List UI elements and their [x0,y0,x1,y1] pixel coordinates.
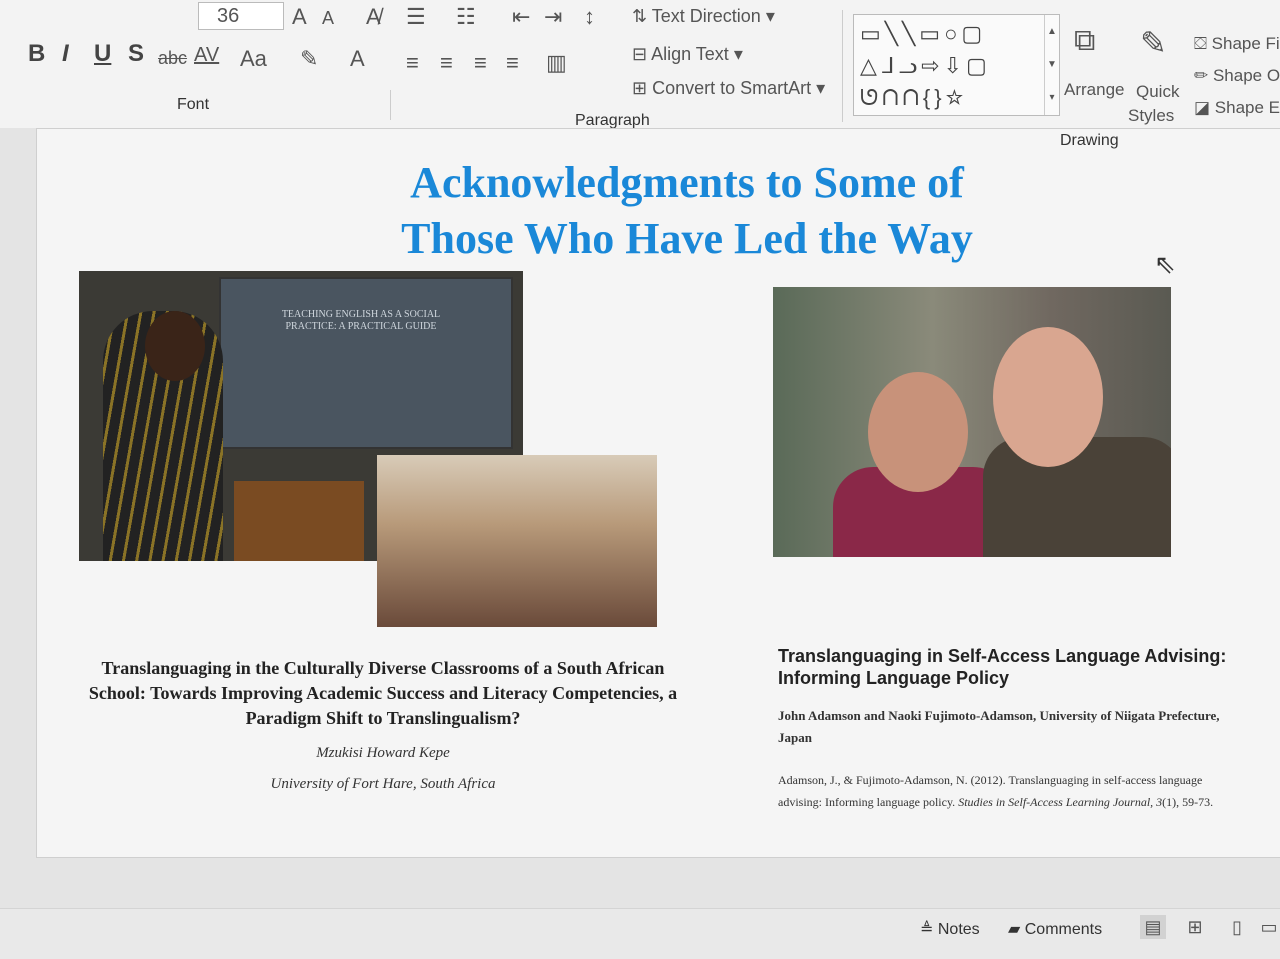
text-direction-label: Text Direction [651,6,761,26]
clear-formatting-icon[interactable]: A̸ [366,4,381,30]
strikethrough-button[interactable]: abc [158,48,187,69]
line-spacing-icon[interactable]: ↕ [584,4,595,30]
shapes-row: △ᒧᓗ⇨⇩▢ [860,53,991,78]
shape-effects-label: Shape E [1214,98,1280,117]
text-direction-button[interactable]: ⇅ Text Direction ▾ [632,6,775,27]
speaker-head [145,311,205,381]
align-text-label: Align Text [651,44,729,64]
podium [234,481,364,561]
shape-outline-label: Shape O [1212,66,1280,85]
quick-styles-label-2[interactable]: Styles [1128,106,1174,126]
screen-text: TEACHING ENGLISH AS A SOCIAL PRACTICE: A… [281,309,441,332]
bold-button[interactable]: B [28,40,45,68]
slide-sorter-icon[interactable]: ⊞ [1182,915,1208,939]
text-direction-icon: ⇅ [632,6,652,26]
divider [842,10,843,122]
shapes-row: ᘎᑎᑎ{}☆ [860,85,968,110]
quick-styles-label[interactable]: Quick [1136,82,1179,102]
character-spacing-button[interactable]: AV [194,44,219,67]
shape-outline-button[interactable]: ✏ Shape O [1194,66,1280,86]
font-color-button[interactable]: A [350,46,365,72]
notes-icon: ≜ [920,921,938,938]
align-right-icon[interactable]: ≡ [474,50,487,76]
more-icon[interactable]: ▾ [1045,81,1059,114]
notes-button[interactable]: ≜ Notes [920,919,980,939]
left-affiliation: University of Fort Hare, South Africa [270,776,496,792]
right-paper-title: Translanguaging in Self-Access Language … [778,646,1227,688]
projector-screen: TEACHING ENGLISH AS A SOCIAL PRACTICE: A… [219,277,513,449]
numbering-icon[interactable]: ☷ [456,4,476,30]
slide-title[interactable]: Acknowledgments to Some of Those Who Hav… [377,155,997,267]
change-case-button[interactable]: Aa [240,46,267,72]
comments-button[interactable]: ▰ Comments [1008,919,1102,939]
ribbon: 36 A A A̸ ☰ ☷ ⇤ ⇥ ↕ ⇅ Text Direction ▾ ⊟… [0,0,1280,149]
underline-button[interactable]: U [94,40,111,68]
shrink-font-button[interactable]: A [322,8,334,29]
paint-bucket-icon: ⛋ [1194,34,1212,53]
divider [390,90,391,120]
students-photo[interactable] [377,455,657,627]
justify-icon[interactable]: ≡ [506,50,519,76]
decrease-indent-icon[interactable]: ⇤ [512,4,530,30]
chevron-down-icon[interactable]: ▼ [1045,48,1059,81]
comment-icon: ▰ [1008,921,1025,938]
align-left-icon[interactable]: ≡ [406,50,419,76]
shape-effects-button[interactable]: ◪ Shape E [1194,98,1280,118]
couple-photo[interactable] [773,287,1171,557]
align-text-icon: ⊟ [632,44,652,64]
citation-pages: (1), 59-73. [1162,795,1214,809]
slideshow-icon[interactable]: ▭ [1256,915,1280,939]
italic-button[interactable]: I [62,40,69,68]
smartart-icon: ⊞ [632,78,653,98]
woman-face [868,372,968,492]
normal-view-icon[interactable]: ▤ [1140,915,1166,939]
drawing-group-label: Drawing [1060,132,1119,149]
highlight-icon[interactable]: ✎ [300,46,318,72]
arrange-button[interactable]: Arrange [1064,80,1124,100]
shapes-row: ▭╲╲▭○▢ [860,21,987,46]
comments-label: Comments [1024,921,1103,938]
bullets-icon[interactable]: ☰ [406,4,426,30]
left-author: Mzukisi Howard Kepe [316,745,450,761]
columns-icon[interactable]: ▥ [546,50,567,76]
shapes-gallery[interactable]: ▭╲╲▭○▢ △ᒧᓗ⇨⇩▢ ᘎᑎᑎ{}☆ ▲ ▼ ▾ [853,14,1060,116]
shadow-button[interactable]: S [128,40,144,68]
right-caption[interactable]: Translanguaging in Self-Access Language … [778,645,1238,813]
right-citation: Adamson, J., & Fujimoto-Adamson, N. (201… [778,769,1238,813]
status-bar: ≜ Notes ▰ Comments ▤ ⊞ ▯ ▭ [0,908,1280,959]
gallery-scrollbar[interactable]: ▲ ▼ ▾ [1044,15,1059,115]
convert-smartart-label: Convert to SmartArt [652,78,812,98]
increase-indent-icon[interactable]: ⇥ [544,4,562,30]
slide-workspace: Acknowledgments to Some of Those Who Hav… [0,128,1280,908]
shape-fill-label: Shape Fi [1211,34,1280,53]
font-size-combo[interactable]: 36 [198,2,284,30]
notes-label: Notes [937,921,980,938]
mouse-pointer-icon: ⇖ [1154,249,1176,279]
citation-journal: Studies in Self-Access Learning Journal,… [958,795,1163,809]
chevron-up-icon[interactable]: ▲ [1045,15,1059,48]
convert-smartart-button[interactable]: ⊞ Convert to SmartArt ▾ [632,78,825,99]
align-center-icon[interactable]: ≡ [440,50,453,76]
effects-icon: ◪ [1194,98,1215,117]
arrange-icon[interactable]: ⧉ [1074,24,1095,58]
slide-canvas[interactable]: Acknowledgments to Some of Those Who Hav… [36,128,1280,858]
grow-font-button[interactable]: A [292,4,307,30]
title-line-1: Acknowledgments to Some of [410,158,964,207]
pencil-icon: ✏ [1194,66,1213,85]
left-paper-title: Translanguaging in the Culturally Divers… [88,658,678,728]
left-caption[interactable]: Translanguaging in the Culturally Divers… [73,656,693,793]
font-group-label: Font [177,96,210,113]
man-face [993,327,1103,467]
reading-view-icon[interactable]: ▯ [1224,915,1250,939]
title-line-2: Those Who Have Led the Way [401,214,973,263]
right-authors: John Adamson and Naoki Fujimoto-Adamson,… [778,708,1220,745]
quick-styles-icon[interactable]: ✎ [1140,24,1167,62]
shape-fill-button[interactable]: ⛋ Shape Fi [1194,34,1280,54]
align-text-button[interactable]: ⊟ Align Text ▾ [632,44,743,65]
